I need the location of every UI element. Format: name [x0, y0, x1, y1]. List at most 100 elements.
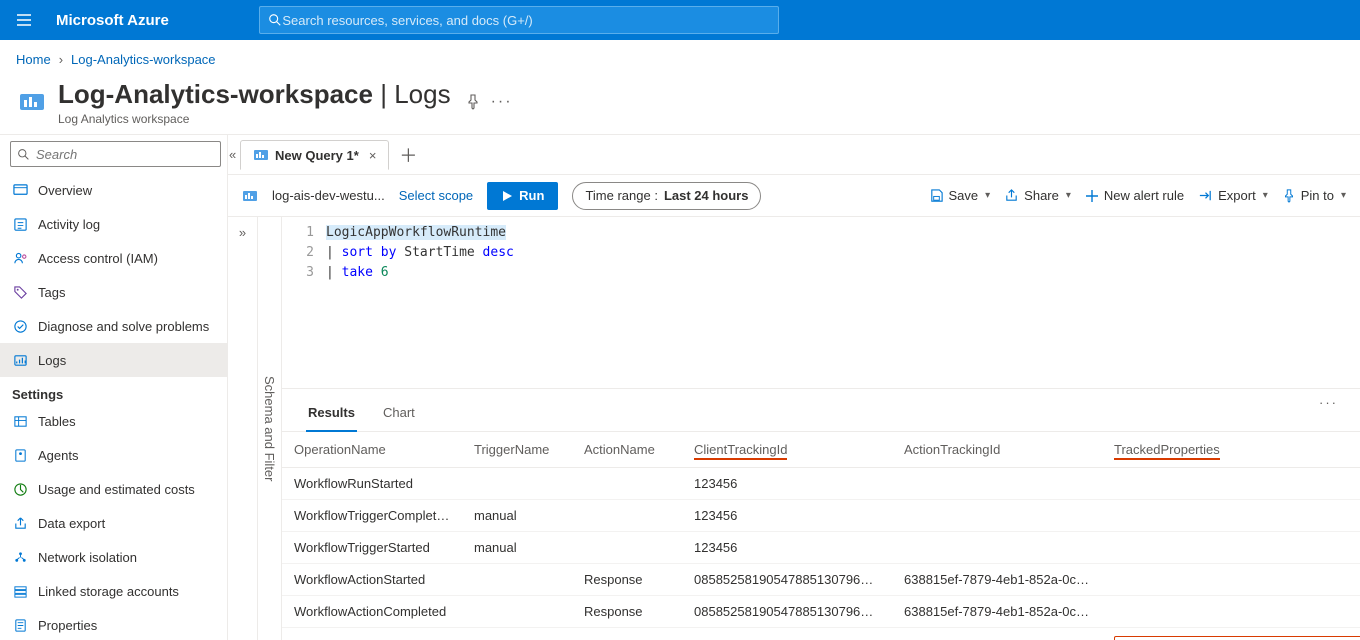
sidebar-label: Network isolation: [38, 550, 137, 565]
global-search[interactable]: [259, 6, 779, 34]
save-button[interactable]: Save▾: [929, 188, 991, 203]
global-search-input[interactable]: [282, 13, 770, 28]
column-header[interactable]: TrackedProperties: [1102, 432, 1360, 468]
results-grid[interactable]: OperationNameTriggerNameActionNameClient…: [282, 432, 1360, 640]
sidebar-item-data-export[interactable]: Data export: [0, 506, 227, 540]
table-cell: [1102, 500, 1360, 532]
run-label: Run: [519, 188, 544, 203]
tab-chart[interactable]: Chart: [381, 399, 417, 431]
column-header[interactable]: TriggerName: [462, 432, 572, 468]
select-scope-link[interactable]: Select scope: [399, 188, 473, 203]
column-header[interactable]: ClientTrackingId: [682, 432, 892, 468]
scope-name: log-ais-dev-westu...: [272, 188, 385, 203]
query-tab[interactable]: New Query 1* ×: [240, 140, 389, 170]
topbar: Microsoft Azure: [0, 0, 1360, 40]
logs-icon: [12, 352, 28, 368]
export-label: Export: [1218, 188, 1256, 203]
share-button[interactable]: Share▾: [1004, 188, 1071, 203]
table-cell: 0858525819054788513079622562...: [682, 628, 892, 640]
table-row[interactable]: WorkflowTriggerStartedmanual123456: [282, 532, 1360, 564]
storage-icon: [12, 583, 28, 599]
page-title: Log-Analytics-workspace | Logs: [58, 79, 451, 110]
tab-results[interactable]: Results: [306, 399, 357, 432]
table-row[interactable]: WorkflowTriggerCompletedmanual123456: [282, 500, 1360, 532]
breadcrumb-current[interactable]: Log-Analytics-workspace: [71, 52, 216, 67]
sidebar-item-network-isolation[interactable]: Network isolation: [0, 540, 227, 574]
query-tab-label: New Query 1*: [275, 148, 359, 163]
table-cell: [572, 500, 682, 532]
new-alert-button[interactable]: New alert rule: [1085, 188, 1184, 203]
sidebar-item-logs[interactable]: Logs: [0, 343, 227, 377]
more-icon[interactable]: ···: [491, 93, 513, 111]
sidebar-label: Tables: [38, 414, 76, 429]
pin-button[interactable]: Pin to▾: [1282, 188, 1346, 203]
sidebar-label: Tags: [38, 285, 65, 300]
plus-icon: [1085, 189, 1099, 203]
sidebar-label: Overview: [38, 183, 92, 198]
chevron-down-icon: ▾: [1066, 190, 1071, 201]
page-subtitle: Log Analytics workspace: [58, 112, 451, 126]
sidebar-item-usage[interactable]: Usage and estimated costs: [0, 472, 227, 506]
table-cell: dcb77986-ad04-4134-b66d-5d10c2...: [892, 628, 1102, 640]
resource-icon: [16, 86, 48, 118]
sidebar-item-diagnose[interactable]: Diagnose and solve problems: [0, 309, 227, 343]
export-icon: [12, 515, 28, 531]
column-header[interactable]: OperationName: [282, 432, 462, 468]
save-label: Save: [949, 188, 979, 203]
schema-filter-rail[interactable]: Schema and Filter: [258, 217, 282, 640]
table-row[interactable]: WorkflowActionCompletedHTTP0858525819054…: [282, 628, 1360, 640]
run-button[interactable]: Run: [487, 182, 558, 210]
table-cell: WorkflowRunStarted: [282, 468, 462, 500]
sidebar-item-tables[interactable]: Tables: [0, 404, 227, 438]
timerange-label: Time range :: [585, 188, 658, 203]
table-cell: [892, 532, 1102, 564]
column-header[interactable]: ActionTrackingId: [892, 432, 1102, 468]
sidebar-item-tags[interactable]: Tags: [0, 275, 227, 309]
sidebar-section-settings: Settings: [0, 377, 227, 404]
sidebar-search-input[interactable]: [36, 147, 214, 162]
table-cell: 123456: [682, 532, 892, 564]
sidebar-item-linked-storage[interactable]: Linked storage accounts: [0, 574, 227, 608]
diagnose-icon: [12, 318, 28, 334]
sidebar-label: Linked storage accounts: [38, 584, 179, 599]
table-cell: Response: [572, 564, 682, 596]
sidebar-item-activity-log[interactable]: Activity log: [0, 207, 227, 241]
expand-icon[interactable]: »: [239, 225, 246, 640]
timerange-picker[interactable]: Time range : Last 24 hours: [572, 182, 761, 210]
sidebar-item-properties[interactable]: Properties: [0, 608, 227, 640]
table-row[interactable]: WorkflowActionCompletedResponse085852581…: [282, 596, 1360, 628]
table-row[interactable]: WorkflowRunStarted123456: [282, 468, 1360, 500]
close-icon[interactable]: ×: [369, 148, 377, 163]
query-editor[interactable]: 1LogicAppWorkflowRuntime2| sort by Start…: [282, 217, 1360, 389]
sidebar-label: Agents: [38, 448, 78, 463]
sidebar-item-agents[interactable]: Agents: [0, 438, 227, 472]
table-cell: manual: [462, 532, 572, 564]
export-button[interactable]: Export ▾: [1198, 188, 1268, 203]
chevron-down-icon: ▾: [1263, 190, 1268, 201]
network-icon: [12, 549, 28, 565]
tag-icon: [12, 284, 28, 300]
people-icon: [12, 250, 28, 266]
menu-button[interactable]: [0, 11, 48, 29]
table-cell: 0858525819054788513079622562...: [682, 596, 892, 628]
table-cell: [572, 468, 682, 500]
table-cell: [1102, 564, 1360, 596]
sidebar-item-overview[interactable]: Overview: [0, 173, 227, 207]
table-cell: WorkflowTriggerCompleted: [282, 500, 462, 532]
expand-rail: »: [228, 217, 258, 640]
pin-icon[interactable]: [465, 94, 481, 110]
column-header[interactable]: ActionName: [572, 432, 682, 468]
save-icon: [929, 188, 944, 203]
table-cell: manual: [462, 500, 572, 532]
sidebar-search[interactable]: [10, 141, 221, 167]
add-tab-button[interactable]: ＋: [399, 142, 417, 168]
usage-icon: [12, 481, 28, 497]
query-toolbar: log-ais-dev-westu... Select scope Run Ti…: [228, 175, 1360, 217]
table-row[interactable]: WorkflowActionStartedResponse08585258190…: [282, 564, 1360, 596]
breadcrumb-home[interactable]: Home: [16, 52, 51, 67]
page-header: Log-Analytics-workspace | Logs Log Analy…: [0, 78, 1360, 134]
results-more-icon[interactable]: ···: [1319, 395, 1338, 410]
breadcrumb: Home › Log-Analytics-workspace: [0, 40, 1360, 78]
sidebar-item-access-control[interactable]: Access control (IAM): [0, 241, 227, 275]
table-cell: [892, 468, 1102, 500]
